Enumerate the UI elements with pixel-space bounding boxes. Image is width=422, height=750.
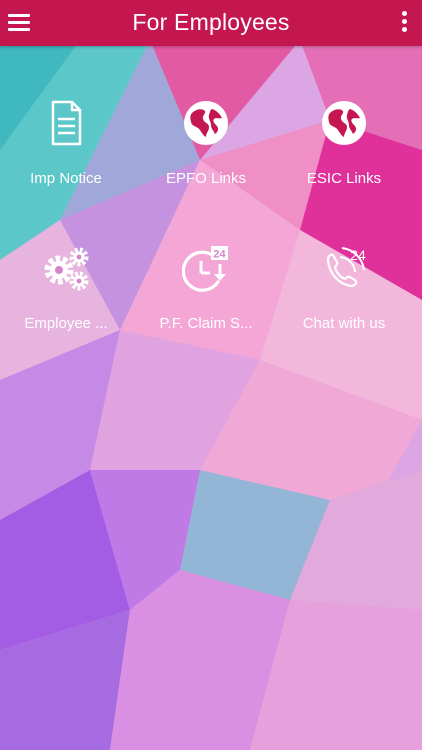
tile-label: Employee ... [24, 315, 108, 332]
menu-button[interactable] [8, 10, 32, 34]
tile-imp-notice[interactable]: Imp Notice [1, 99, 131, 209]
svg-text:24: 24 [350, 247, 366, 263]
tile-chat-with-us[interactable]: 24 Chat with us [279, 244, 409, 354]
document-icon [42, 99, 90, 147]
tile-label: Chat with us [302, 315, 386, 332]
tile-label: EPFO Links [165, 170, 247, 187]
gears-icon [42, 244, 90, 292]
phone-24-icon: 24 [320, 244, 368, 292]
globe-icon [320, 99, 368, 147]
tile-epfo-links[interactable]: EPFO Links [141, 99, 271, 209]
tile-pf-claim[interactable]: 24 P.F. Claim S... [141, 244, 271, 354]
more-options-button[interactable] [400, 11, 408, 35]
tile-label: P.F. Claim S... [159, 315, 253, 332]
app-screen: For Employees Imp Notice EPFO Links ESIC… [0, 0, 422, 750]
svg-text:24: 24 [213, 249, 226, 261]
tile-esic-links[interactable]: ESIC Links [279, 99, 409, 209]
page-title: For Employees [132, 9, 290, 35]
app-bar: For Employees [0, 0, 422, 46]
tile-employee[interactable]: Employee ... [1, 244, 131, 354]
tile-label: ESIC Links [306, 170, 382, 187]
clock-24-icon: 24 [182, 244, 230, 292]
tile-label: Imp Notice [30, 170, 102, 187]
globe-icon [182, 99, 230, 147]
